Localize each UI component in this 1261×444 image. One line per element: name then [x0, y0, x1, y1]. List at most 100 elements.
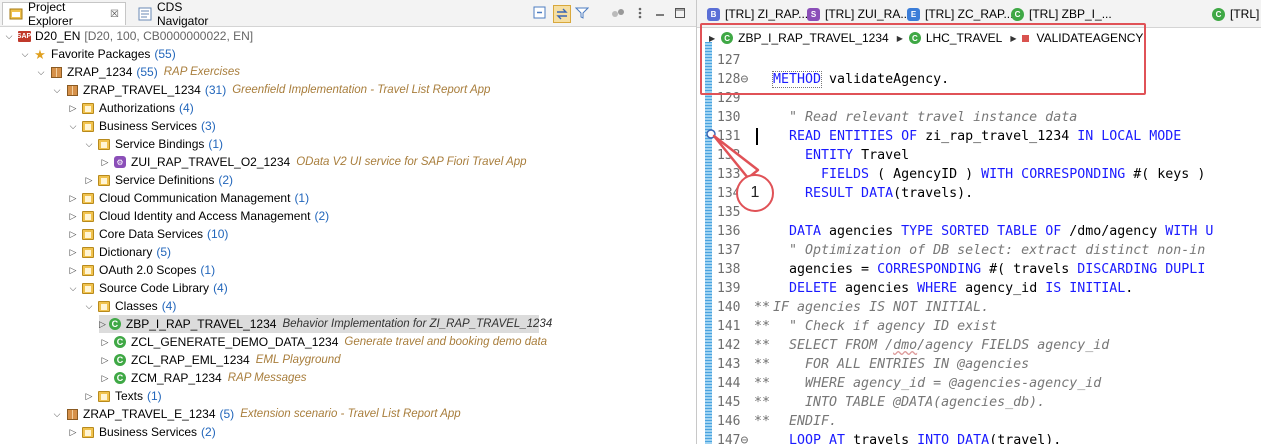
- tree-item-zrap-travel-1234[interactable]: ⌵ ZRAP_TRAVEL_1234 (31) Greenfield Imple…: [51, 81, 491, 99]
- filter-icon[interactable]: [574, 5, 590, 21]
- tree-item-zcl-generate[interactable]: ▷ C ZCL_GENERATE_DEMO_DATA_1234 Generate…: [99, 333, 548, 351]
- expanded-arrow-icon[interactable]: ⌵: [35, 63, 47, 81]
- keyword-token: DISCARDING DUPLI: [1077, 262, 1206, 277]
- collapsed-arrow-icon[interactable]: ▷: [67, 225, 79, 243]
- tree-label: ZUI_RAP_TRAVEL_O2_1234: [131, 155, 291, 169]
- comment-token: ENDIF.: [773, 414, 838, 429]
- expanded-arrow-icon[interactable]: ⌵: [83, 135, 95, 153]
- editor-tab[interactable]: C [TRL]: [1212, 4, 1259, 24]
- tree-item-core-data-services[interactable]: ▷ Core Data Services (10): [67, 225, 229, 243]
- code-token: ( AgencyID ): [869, 167, 982, 182]
- comment-marker: **: [754, 338, 771, 353]
- tree-count: (1): [147, 389, 162, 403]
- folder-icon: [81, 425, 95, 439]
- tab-project-explorer[interactable]: Project Explorer ☒: [2, 0, 126, 28]
- tree-description: Generate travel and booking demo data: [344, 336, 548, 348]
- tree-item-zui-binding[interactable]: ▷ ⚙ ZUI_RAP_TRAVEL_O2_1234 OData V2 UI s…: [99, 153, 527, 171]
- comment-token: SELECT FROM /: [773, 338, 894, 353]
- tree-item-authorizations[interactable]: ▷ Authorizations (4): [67, 99, 194, 117]
- close-tab-icon[interactable]: ☒: [110, 9, 119, 20]
- minimize-view-icon[interactable]: [652, 5, 668, 21]
- tree-item-cloud-communication[interactable]: ▷ Cloud Communication Management (1): [67, 189, 310, 207]
- tree-count: (55): [136, 65, 158, 79]
- collapsed-arrow-icon[interactable]: ▷: [67, 99, 79, 117]
- code-text: SELECT FROM /dmo/agency FIELDS agency_id: [773, 336, 1109, 355]
- code-text: DATA agencies TYPE SORTED TABLE OF /dmo/…: [773, 222, 1213, 241]
- line-number: 142: [717, 338, 741, 353]
- folder-icon: [97, 137, 111, 151]
- collapsed-arrow-icon[interactable]: ▷: [99, 333, 111, 351]
- quick-diff-ruler: [705, 42, 712, 444]
- collapsed-arrow-icon[interactable]: ▷: [67, 189, 79, 207]
- code-text: WHERE agency_id = @agencies-agency_id: [773, 374, 1101, 393]
- editor-tab[interactable]: E [TRL] ZC_RAP...: [907, 4, 1013, 24]
- code-text: agencies = CORRESPONDING #( travels DISC…: [773, 260, 1205, 279]
- tree-item-business-services[interactable]: ⌵ Business Services (3): [67, 117, 216, 135]
- tree-label: Business Services: [99, 425, 198, 439]
- code-editor[interactable]: 127 128⊖ METHOD validateAgency. 129 130 " Re…: [697, 51, 1261, 444]
- expanded-arrow-icon[interactable]: ⌵: [51, 405, 63, 423]
- expanded-arrow-icon[interactable]: ⌵: [67, 279, 79, 297]
- comment-token: " Read relevant travel instance data: [773, 110, 1078, 125]
- project-explorer-icon: [9, 7, 23, 21]
- editor-tab[interactable]: C [TRL] ZBP_I_...: [1011, 4, 1112, 24]
- collapsed-arrow-icon[interactable]: ▷: [67, 423, 79, 441]
- tree-item-texts[interactable]: ▷ Texts (1): [83, 387, 162, 405]
- project-meta: [D20, 100, CB0000000022, EN]: [84, 29, 254, 43]
- tree-item-source-code-library[interactable]: ⌵ Source Code Library (4): [67, 279, 228, 297]
- tree-item-cloud-identity[interactable]: ▷ Cloud Identity and Access Management (…: [67, 207, 330, 225]
- expanded-arrow-icon[interactable]: ⌵: [19, 45, 31, 63]
- view-menu-icon[interactable]: [632, 5, 648, 21]
- package-icon: [65, 407, 79, 421]
- expanded-arrow-icon[interactable]: ⌵: [67, 117, 79, 135]
- tree-item-zrap-1234[interactable]: ⌵ ZRAP_1234 (55) RAP Exercises: [35, 63, 240, 81]
- maximize-view-icon[interactable]: [672, 5, 688, 21]
- collapsed-arrow-icon[interactable]: ▷: [99, 369, 111, 387]
- collapsed-arrow-icon[interactable]: ▷: [99, 153, 111, 171]
- keyword-token: WHERE: [917, 281, 958, 296]
- collapsed-arrow-icon[interactable]: ▷: [99, 351, 111, 369]
- collapsed-arrow-icon[interactable]: ▷: [67, 261, 79, 279]
- tree-item-zcl-eml[interactable]: ▷ C ZCL_RAP_EML_1234 EML Playground: [99, 351, 341, 369]
- tree-item-classes[interactable]: ⌵ Classes (4): [83, 297, 177, 315]
- expanded-arrow-icon[interactable]: ⌵: [51, 81, 63, 99]
- tree-label: Texts: [115, 389, 144, 403]
- cds-entity-icon: E: [907, 7, 920, 21]
- tree-label: Service Definitions: [115, 173, 215, 187]
- collapse-all-icon[interactable]: [532, 5, 548, 21]
- keyword-token: CORRESPONDING: [877, 262, 982, 277]
- tab-cds-navigator[interactable]: CDS Navigator: [132, 0, 242, 28]
- folder-icon: [81, 101, 95, 115]
- tree-item-favorite-packages[interactable]: ⌵ ★ Favorite Packages (55): [19, 45, 176, 63]
- tree-item-zbp-class[interactable]: ▷ C ZBP_I_RAP_TRAVEL_1234 Behavior Imple…: [99, 315, 552, 333]
- tree-item-zcm[interactable]: ▷ C ZCM_RAP_1234 RAP Messages: [99, 369, 307, 387]
- tree-item-zrap-travel-e[interactable]: ⌵ ZRAP_TRAVEL_E_1234 (5) Extension scena…: [51, 405, 461, 423]
- editor-tab[interactable]: B [TRL] ZI_RAP...: [707, 4, 808, 24]
- code-token: /dmo/agency: [1061, 224, 1166, 239]
- folder-icon: [97, 299, 111, 313]
- comment-marker: **: [754, 357, 771, 372]
- editor-tab[interactable]: S [TRL] ZUI_RA...: [807, 4, 910, 24]
- editor-tab-label: [TRL]: [1230, 7, 1260, 21]
- expanded-arrow-icon[interactable]: ⌵: [83, 297, 95, 315]
- collapsed-arrow-icon[interactable]: ▷: [67, 243, 79, 261]
- tree-item-dictionary[interactable]: ▷ Dictionary (5): [67, 243, 172, 261]
- view-options-icon[interactable]: [610, 5, 626, 21]
- tree-item-service-bindings[interactable]: ⌵ Service Bindings (1): [83, 135, 223, 153]
- keyword-token: RESULT DATA: [773, 186, 894, 201]
- link-with-editor-icon[interactable]: [553, 5, 571, 23]
- collapsed-arrow-icon[interactable]: ▷: [83, 171, 95, 189]
- code-text: READ ENTITIES OF zi_rap_travel_1234 IN L…: [773, 127, 1181, 146]
- expanded-arrow-icon[interactable]: ⌵: [3, 27, 15, 45]
- tree-item-service-definitions[interactable]: ▷ Service Definitions (2): [83, 171, 234, 189]
- code-text: " Check if agency ID exist: [773, 317, 997, 336]
- collapsed-arrow-icon[interactable]: ▷: [67, 207, 79, 225]
- code-token: agencies =: [773, 262, 878, 277]
- tree-item-project[interactable]: ⌵ SAP D20_EN [D20, 100, CB0000000022, EN…: [3, 27, 254, 45]
- collapsed-arrow-icon[interactable]: ▷: [83, 387, 95, 405]
- tree-item-oauth-scopes[interactable]: ▷ OAuth 2.0 Scopes (1): [67, 261, 216, 279]
- code-text: DELETE agencies WHERE agency_id IS INITI…: [773, 279, 1133, 298]
- highlight-box: [700, 23, 1146, 95]
- collapsed-arrow-icon[interactable]: ▷: [99, 315, 106, 333]
- tree-item-business-services-2[interactable]: ▷ Business Services (2): [67, 423, 216, 441]
